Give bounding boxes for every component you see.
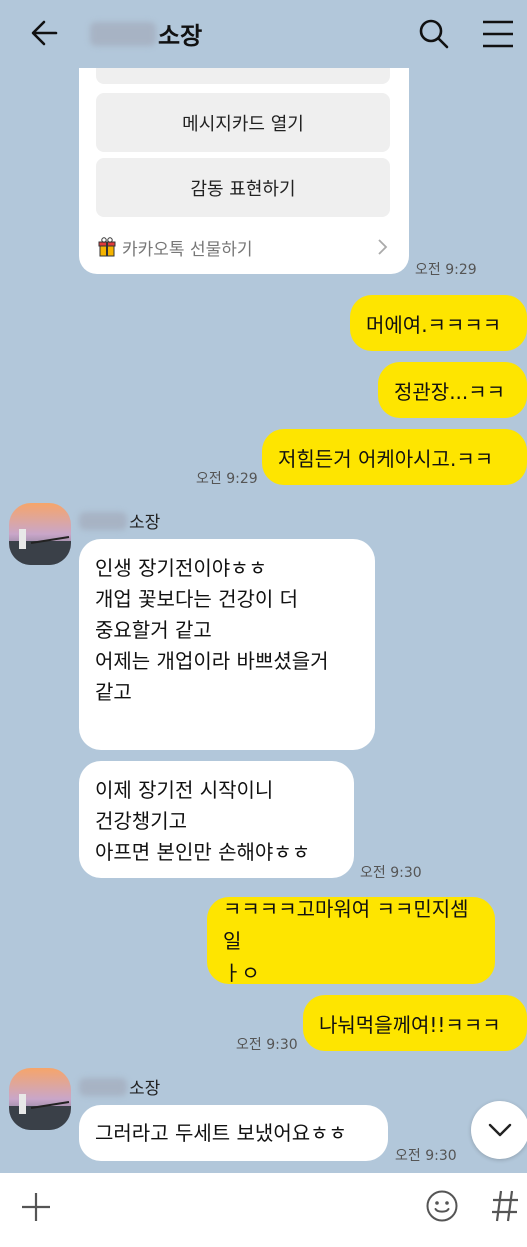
gift-card: 메시지카드 열기 감동 표현하기 카카오톡 선물하기 bbox=[79, 40, 409, 274]
sender-name-suffix: 소장 bbox=[129, 1079, 161, 1099]
avatar[interactable] bbox=[9, 503, 71, 565]
gift-icon bbox=[98, 237, 116, 257]
chevron-down-icon bbox=[488, 1123, 512, 1137]
chat-title: 소장 bbox=[90, 16, 202, 51]
blurred-name bbox=[90, 21, 156, 46]
timestamp: 오전 9:29 bbox=[415, 262, 477, 278]
message-line: 인생 장기전이야ㅎㅎ bbox=[95, 556, 267, 580]
blurred-name bbox=[79, 511, 127, 530]
avatar[interactable] bbox=[9, 1068, 71, 1130]
open-message-card-button[interactable]: 메시지카드 열기 bbox=[96, 93, 390, 152]
my-message: 나눠먹을께여!!ㅋㅋㅋ bbox=[303, 995, 527, 1051]
sender-name: 소장 bbox=[79, 508, 160, 533]
scroll-to-bottom-button[interactable] bbox=[471, 1101, 527, 1159]
timestamp: 오전 9:29 bbox=[196, 471, 258, 487]
menu-icon[interactable] bbox=[478, 14, 518, 54]
input-bar bbox=[0, 1173, 527, 1247]
sender-name-suffix: 소장 bbox=[129, 513, 161, 533]
message-line: 건강챙기고 bbox=[95, 809, 187, 833]
message-line: 어제는 개업이라 바쁘셨을거 bbox=[95, 649, 329, 673]
chat-header: 소장 bbox=[0, 0, 527, 68]
kakao-gift-link[interactable]: 카카오톡 선물하기 bbox=[96, 234, 390, 260]
other-message: 인생 장기전이야ㅎㅎ 개업 꽃보다는 건강이 더 중요할거 같고 어제는 개업이… bbox=[79, 539, 375, 750]
timestamp: 오전 9:30 bbox=[360, 865, 422, 881]
timestamp: 오전 9:30 bbox=[236, 1037, 298, 1053]
search-icon[interactable] bbox=[414, 14, 454, 54]
message-line: 이제 장기전 시작이니 bbox=[95, 778, 274, 802]
my-message: ㅋㅋㅋㅋ고마워여 ㅋㅋ민지셈일 ㅏㅇ bbox=[207, 897, 495, 985]
back-arrow-icon[interactable] bbox=[26, 14, 64, 52]
chat-title-suffix: 소장 bbox=[158, 22, 203, 50]
kakao-gift-label: 카카오톡 선물하기 bbox=[122, 239, 253, 260]
other-message: 이제 장기전 시작이니 건강챙기고 아프면 본인만 손해야ㅎㅎ bbox=[79, 761, 354, 878]
sender-name: 소장 bbox=[79, 1074, 160, 1099]
blurred-name bbox=[79, 1077, 127, 1096]
message-line: 중요할거 같고 bbox=[95, 618, 212, 642]
my-message: 정관장...ㅋㅋ bbox=[378, 362, 527, 418]
message-line: 아프면 본인만 손해야ㅎㅎ bbox=[95, 840, 311, 864]
plus-icon[interactable] bbox=[18, 1189, 54, 1225]
my-message: 머에여.ㅋㅋㅋㅋ bbox=[350, 295, 527, 351]
express-thanks-button[interactable]: 감동 표현하기 bbox=[96, 158, 390, 217]
message-line: 같고 bbox=[95, 680, 132, 704]
message-line: 개업 꽃보다는 건강이 더 bbox=[95, 587, 299, 611]
chevron-right-icon bbox=[378, 239, 388, 255]
emoji-icon[interactable] bbox=[425, 1189, 459, 1223]
hash-icon[interactable] bbox=[490, 1187, 520, 1225]
message-line: ㅏㅇ bbox=[223, 960, 260, 985]
other-message: 그러라고 두세트 보냈어요ㅎㅎ bbox=[79, 1105, 388, 1161]
my-message: 저힘든거 어케아시고.ㅋㅋ bbox=[262, 429, 527, 485]
timestamp: 오전 9:30 bbox=[395, 1148, 457, 1164]
message-line: ㅋㅋㅋㅋ고마워여 ㅋㅋ민지셈일 bbox=[223, 896, 469, 953]
